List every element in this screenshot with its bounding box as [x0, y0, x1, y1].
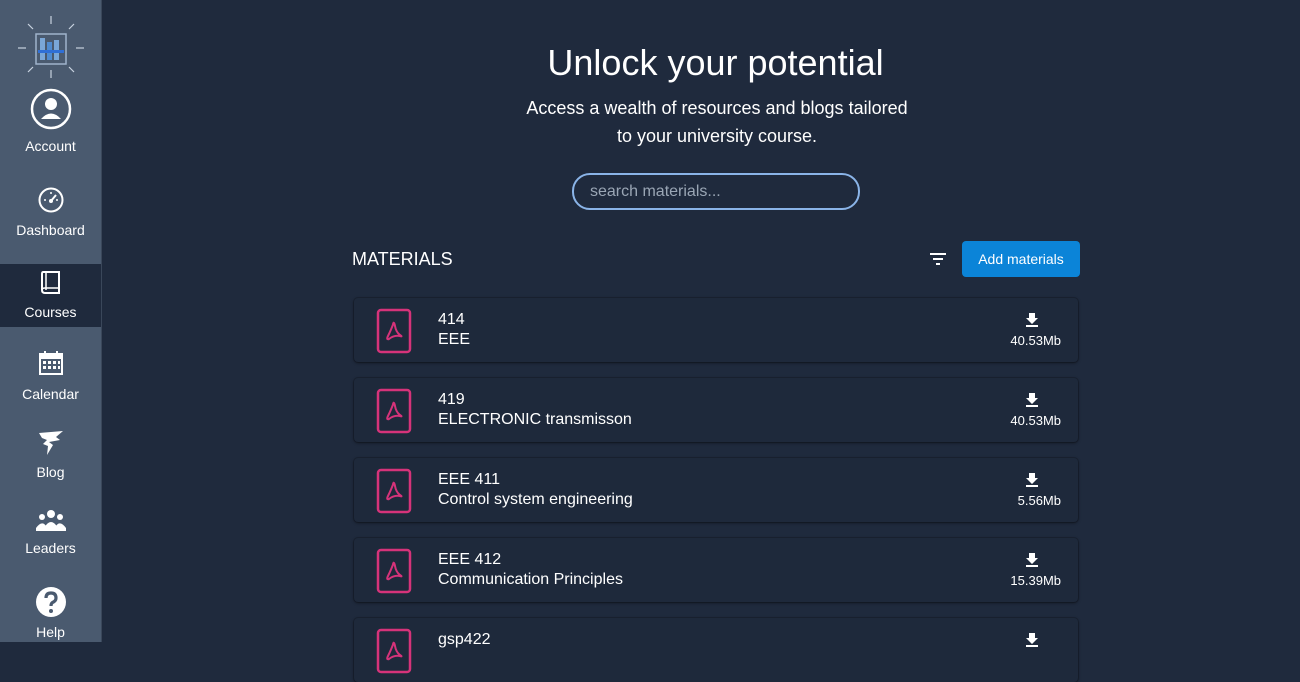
material-name: Communication Principles	[438, 571, 623, 588]
material-size: 40.53Mb	[1010, 413, 1061, 428]
sidebar: Account Dashboard Courses Calendar Blog …	[0, 0, 102, 642]
sidebar-item-blog[interactable]: Blog	[0, 428, 101, 488]
sidebar-item-courses[interactable]: Courses	[0, 264, 101, 327]
search-input[interactable]	[574, 175, 840, 208]
pdf-icon	[376, 628, 412, 674]
material-size: 15.39Mb	[1010, 573, 1061, 588]
material-card[interactable]: 419 ELECTRONIC transmisson 40.53Mb	[354, 378, 1078, 442]
pdf-icon	[376, 388, 412, 434]
blog-icon	[38, 431, 63, 455]
book-icon	[40, 271, 60, 294]
sidebar-item-label: Account	[25, 138, 76, 154]
materials-title: MATERIALS	[352, 249, 453, 269]
pdf-icon	[376, 468, 412, 514]
add-materials-button[interactable]: Add materials	[962, 241, 1080, 277]
material-code: EEE 411	[438, 471, 500, 488]
download-icon[interactable]	[1024, 312, 1040, 328]
logo	[18, 16, 84, 78]
help-icon	[35, 587, 66, 617]
sidebar-item-help[interactable]: Help	[0, 586, 101, 642]
account-icon	[30, 88, 71, 130]
sidebar-item-account[interactable]: Account	[0, 88, 101, 160]
sidebar-item-dashboard[interactable]: Dashboard	[0, 186, 101, 246]
download-icon[interactable]	[1024, 552, 1040, 568]
download-icon[interactable]	[1024, 472, 1040, 488]
material-card[interactable]: 414 EEE 40.53Mb	[354, 298, 1078, 362]
material-code: gsp422	[438, 631, 491, 648]
sidebar-item-label: Blog	[36, 464, 65, 480]
material-name: EEE	[438, 331, 471, 348]
sidebar-item-label: Leaders	[25, 540, 76, 556]
material-code: EEE 412	[438, 551, 502, 568]
sidebar-item-label: Courses	[24, 304, 77, 320]
main-content: Unlock your potential Access a wealth of…	[101, 0, 1300, 682]
material-name: Control system engineering	[438, 491, 633, 508]
sidebar-item-label: Dashboard	[16, 222, 85, 238]
material-size: 40.53Mb	[1010, 333, 1061, 348]
page-subtitle: Access a wealth of resources and blogs t…	[526, 98, 908, 146]
sidebar-item-leaders[interactable]: Leaders	[0, 508, 101, 568]
material-card[interactable]: EEE 412 Communication Principles 15.39Mb	[354, 538, 1078, 602]
pdf-icon	[376, 308, 412, 354]
speedometer-icon	[38, 187, 63, 213]
material-card[interactable]: gsp422	[354, 618, 1078, 682]
filter-icon[interactable]	[928, 249, 948, 269]
page-title: Unlock your potential	[547, 42, 884, 83]
material-code: 414	[438, 311, 465, 328]
material-size: 5.56Mb	[1017, 493, 1061, 508]
material-name: ELECTRONIC transmisson	[438, 411, 632, 428]
download-icon[interactable]	[1024, 392, 1040, 408]
sidebar-item-label: Calendar	[22, 386, 79, 402]
material-card[interactable]: EEE 411 Control system engineering 5.56M…	[354, 458, 1078, 522]
pdf-icon	[376, 548, 412, 594]
sidebar-item-label: Help	[36, 624, 65, 640]
material-code: 419	[438, 391, 465, 408]
sidebar-item-calendar[interactable]: Calendar	[0, 350, 101, 410]
group-icon	[35, 510, 66, 531]
search-box	[572, 173, 860, 210]
download-icon[interactable]	[1024, 632, 1040, 648]
calendar-icon	[38, 351, 63, 375]
